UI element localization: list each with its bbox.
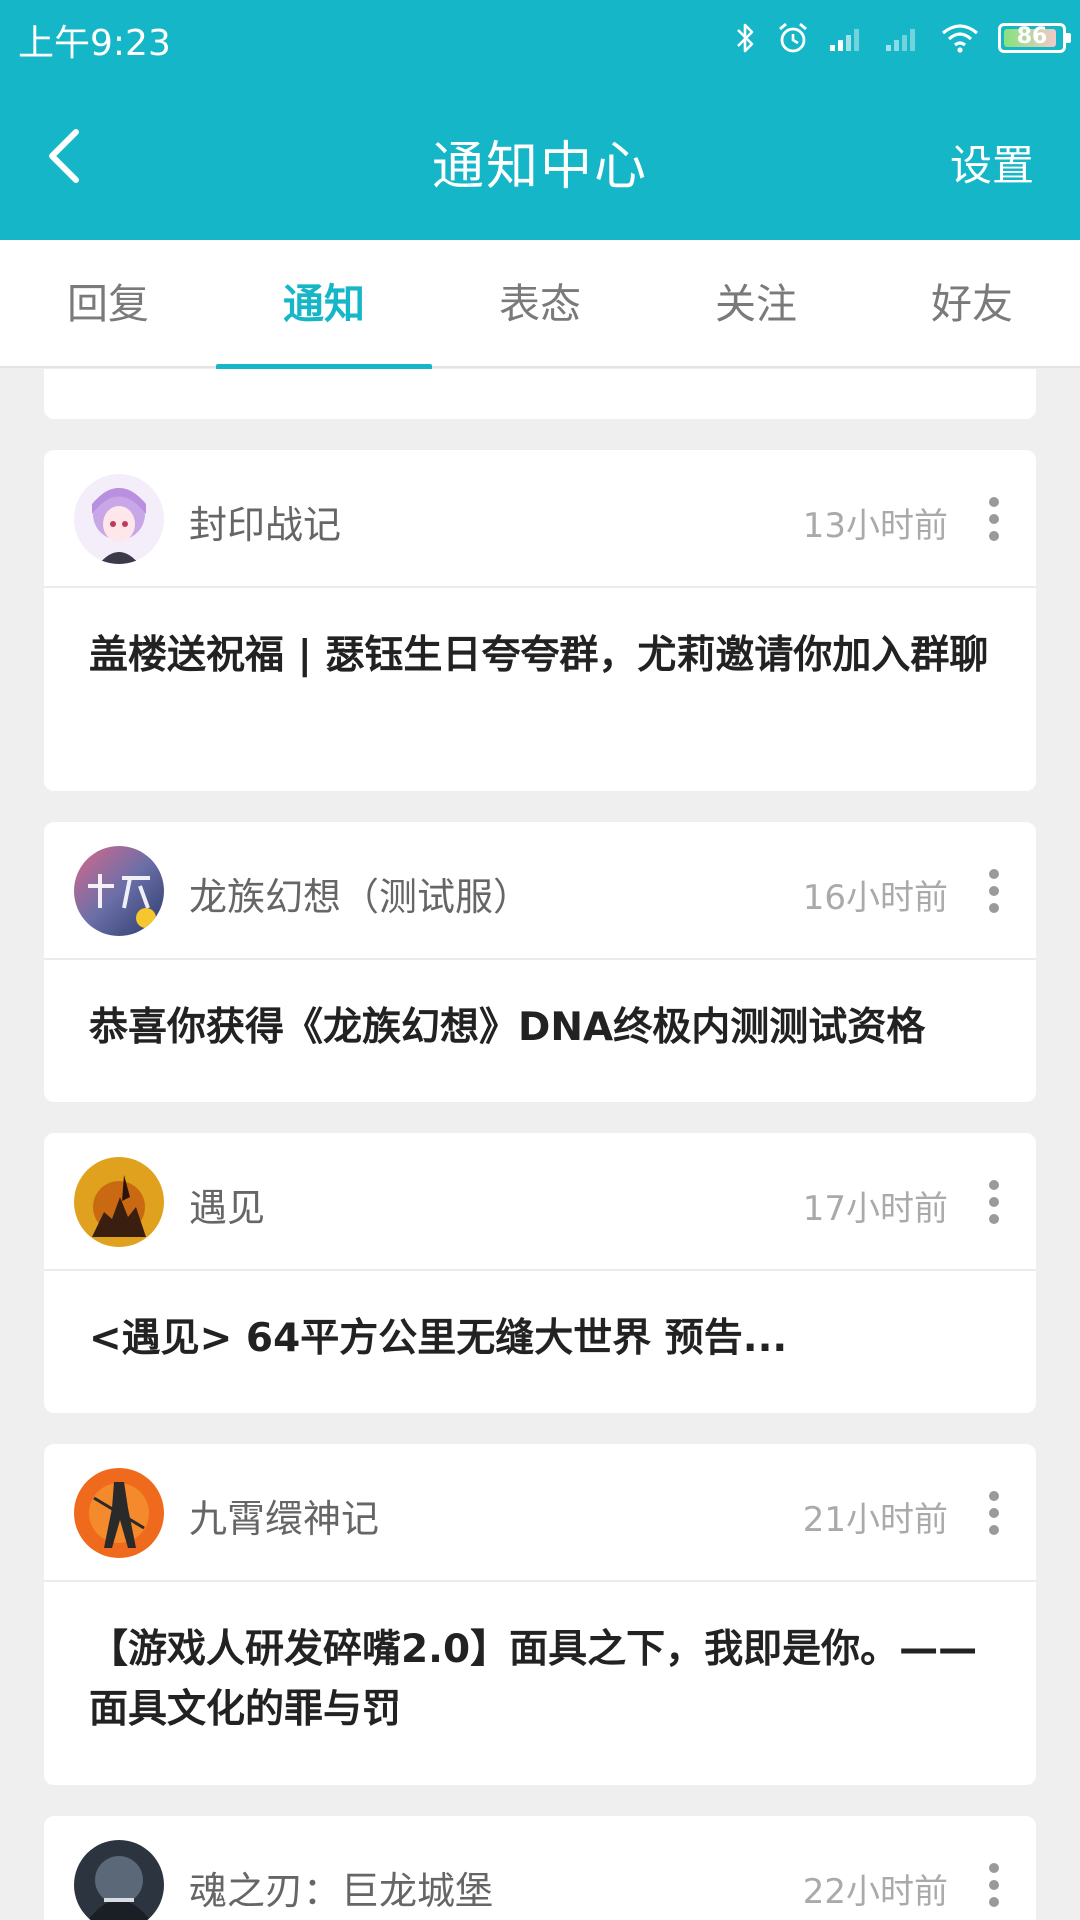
bluetooth-icon [737,23,754,53]
more-vertical-icon[interactable] [988,1179,1000,1225]
time-ago: 22小时前 [802,1872,948,1912]
source-name: 九霄缳神记 [189,1497,380,1541]
avatar[interactable] [74,474,164,564]
more-vertical-icon[interactable] [988,496,1000,542]
source-name: 龙族幻想（测试服） [189,875,532,919]
tab-follow[interactable]: 关注 [648,240,864,368]
more-vertical-icon[interactable] [988,868,1000,914]
notification-card[interactable]: 龙族幻想（测试服） 16小时前 恭喜你获得《龙族幻想》DNA终极内测测试资格 [44,822,1036,1102]
signal-icon [886,29,915,51]
source-name: 封印战记 [189,503,342,547]
source-name: 魂之刃：巨龙城堡 [189,1869,494,1913]
avatar[interactable] [74,1840,164,1920]
card-header: 遇见 17小时前 [44,1133,1036,1271]
notification-content[interactable]: 盖楼送祝福 | 瑟钰生日夸夸群，尤莉邀请你加入群聊 [44,588,1036,686]
status-time: 上午9:23 [18,23,171,64]
battery-icon: 86 [998,23,1071,53]
avatar[interactable] [74,846,164,936]
signal-icon [830,29,859,51]
alarm-icon [779,22,807,53]
tab-reaction[interactable]: 表态 [432,240,648,368]
card-header: 魂之刃：巨龙城堡 22小时前 [44,1816,1036,1920]
app-header: 上午9:23 86 通知中心 设置 [0,0,1080,240]
page-title: 通知中心 [431,137,648,197]
notification-content[interactable]: <遇见> 64平方公里无缝大世界 预告... [44,1271,1036,1369]
source-name: 遇见 [189,1186,266,1230]
avatar[interactable] [74,1468,164,1558]
status-icons: 86 [734,16,1071,60]
card-header: 封印战记 13小时前 [44,450,1036,588]
notification-card-partial[interactable] [44,369,1036,419]
notification-content[interactable]: 【游戏人研发碎嘴2.0】面具之下，我即是你。——面具文化的罪与罚 [44,1582,1036,1740]
battery-level: 86 [1016,24,1048,49]
notification-tabs: 回复 通知 表态 关注 好友 [0,240,1080,368]
notification-card[interactable]: 九霄缳神记 21小时前 【游戏人研发碎嘴2.0】面具之下，我即是你。——面具文化… [44,1444,1036,1785]
wifi-icon [941,24,979,53]
more-vertical-icon[interactable] [988,1862,1000,1908]
avatar[interactable] [74,1157,164,1247]
time-ago: 17小时前 [802,1189,948,1229]
time-ago: 13小时前 [802,506,948,546]
time-ago: 16小时前 [802,878,948,918]
card-header: 龙族幻想（测试服） 16小时前 [44,822,1036,960]
notification-card[interactable]: 魂之刃：巨龙城堡 22小时前 [44,1816,1036,1920]
notification-card[interactable]: 封印战记 13小时前 盖楼送祝福 | 瑟钰生日夸夸群，尤莉邀请你加入群聊 [44,450,1036,791]
tab-friends[interactable]: 好友 [864,240,1080,368]
notification-content[interactable]: 恭喜你获得《龙族幻想》DNA终极内测测试资格 [44,960,1036,1058]
card-header: 九霄缳神记 21小时前 [44,1444,1036,1582]
time-ago: 21小时前 [802,1500,948,1540]
more-vertical-icon[interactable] [988,1490,1000,1536]
status-bar: 上午9:23 86 [0,0,1080,76]
notification-card[interactable]: 遇见 17小时前 <遇见> 64平方公里无缝大世界 预告... [44,1133,1036,1413]
settings-button[interactable]: 设置 [950,132,1034,193]
tab-reply[interactable]: 回复 [0,240,216,368]
tab-notice[interactable]: 通知 [216,240,432,368]
